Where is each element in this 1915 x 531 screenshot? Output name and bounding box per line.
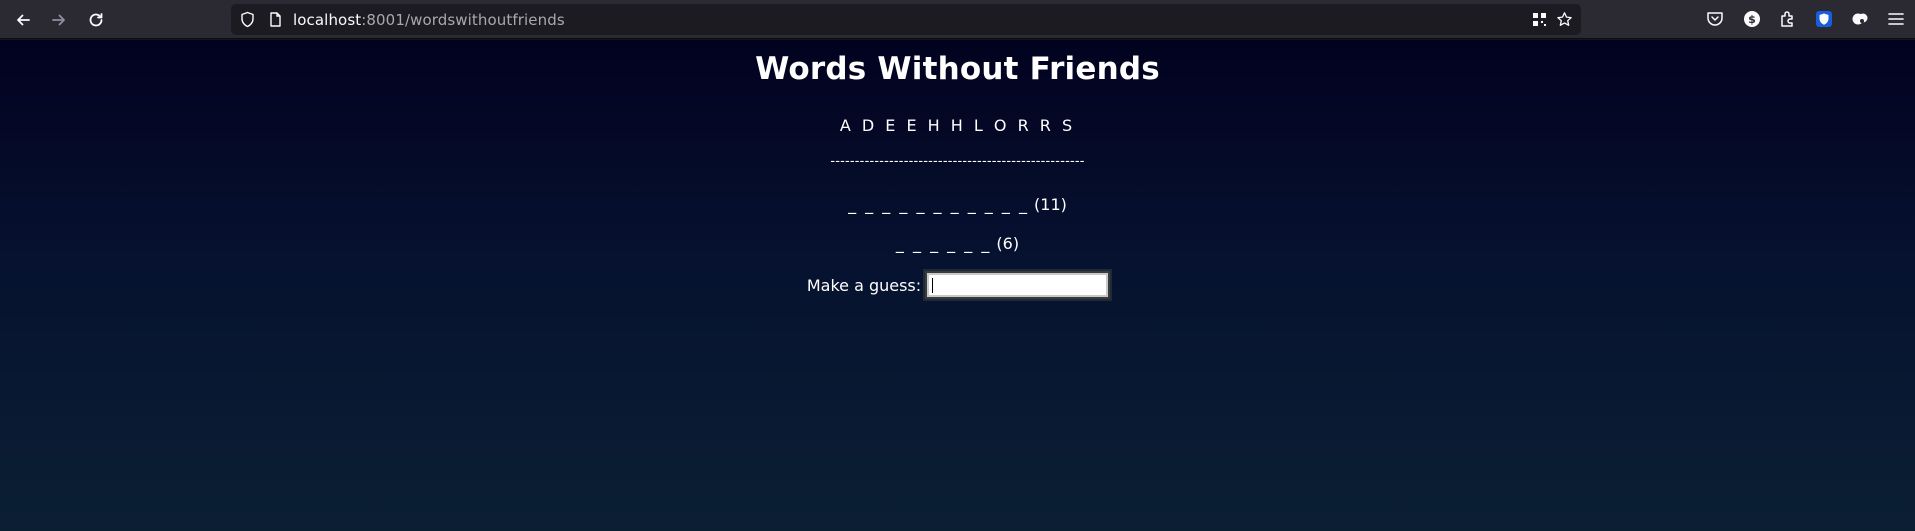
forward-button[interactable]	[46, 7, 72, 33]
arrow-left-icon	[17, 14, 30, 26]
word-slot-count: (6)	[996, 234, 1020, 253]
text-caret	[932, 278, 934, 293]
bitwarden-shield-icon[interactable]	[1814, 9, 1834, 29]
game-page: Words Without Friends A D E E H H L O R …	[0, 40, 1915, 531]
arrow-right-icon	[52, 14, 65, 26]
reload-button[interactable]	[83, 7, 109, 33]
word-slot-count: (11)	[1034, 195, 1067, 214]
shield-icon[interactable]	[239, 11, 256, 28]
dollar-extension-icon[interactable]: $	[1742, 9, 1762, 29]
word-slot-blanks: _ _ _ _ _ _ _ _ _ _ _	[848, 195, 1029, 214]
url-host: localhost	[293, 11, 362, 29]
divider-line: ----------------------------------------…	[830, 154, 1085, 169]
url-path: :8001/wordswithoutfriends	[361, 11, 565, 29]
page-icon[interactable]	[267, 11, 284, 28]
page-title: Words Without Friends	[755, 51, 1160, 87]
extensions-puzzle-icon[interactable]	[1778, 9, 1798, 29]
word-slot-6: _ _ _ _ _ _ (6)	[0, 234, 1915, 253]
menu-hamburger-icon[interactable]	[1886, 9, 1906, 29]
word-slot-11: _ _ _ _ _ _ _ _ _ _ _ (11)	[0, 195, 1915, 214]
word-slot-blanks: _ _ _ _ _ _	[895, 234, 992, 253]
address-bar[interactable]: localhost:8001/wordswithoutfriends	[231, 4, 1581, 35]
back-button[interactable]	[10, 7, 36, 33]
guess-row: Make a guess:	[0, 271, 1915, 299]
qr-code-icon[interactable]	[1531, 11, 1548, 28]
url-text[interactable]: localhost:8001/wordswithoutfriends	[293, 11, 565, 29]
guess-label: Make a guess:	[806, 275, 922, 295]
svg-text:$: $	[1748, 13, 1756, 26]
pocket-icon[interactable]	[1705, 9, 1725, 29]
bookmark-star-icon[interactable]	[1556, 11, 1573, 28]
reload-icon	[89, 13, 103, 27]
container-extension-icon[interactable]	[1850, 9, 1870, 29]
browser-toolbar: localhost:8001/wordswithoutfriends $	[0, 0, 1915, 39]
guess-input[interactable]	[925, 271, 1111, 299]
letter-rack: A D E E H H L O R R S	[839, 116, 1076, 135]
